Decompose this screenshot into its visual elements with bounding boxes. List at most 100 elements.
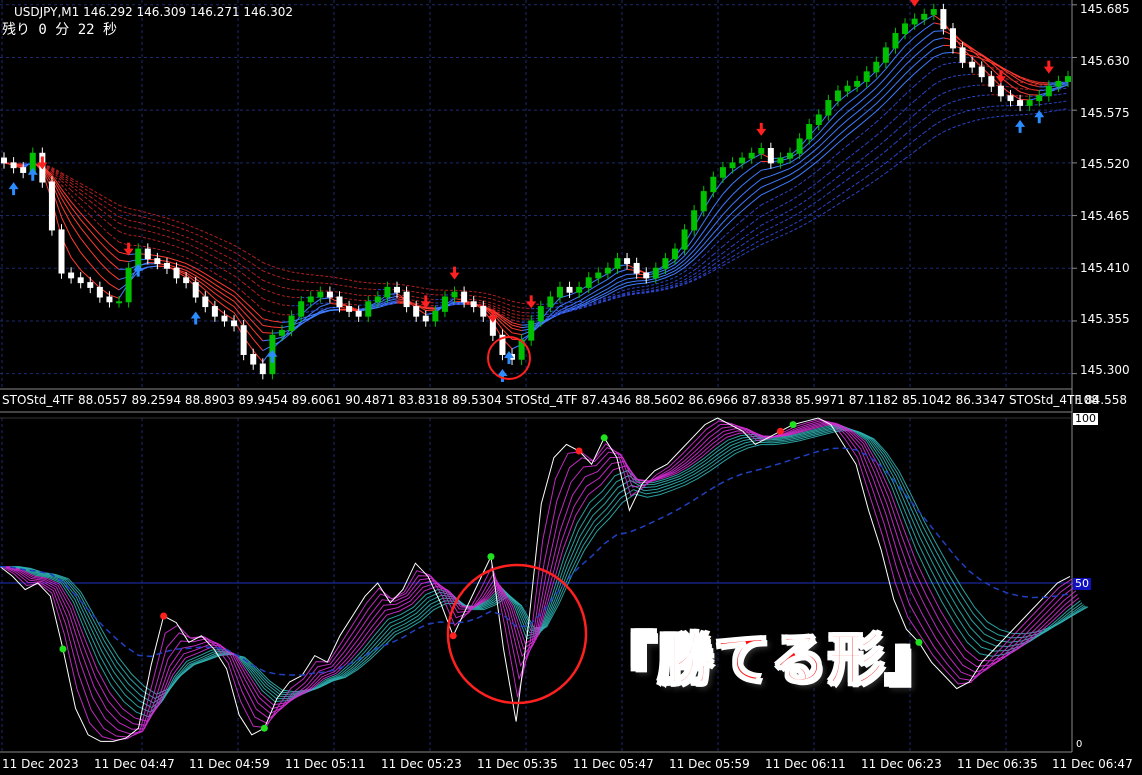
ma-ribbon-line [703,232,714,245]
ma-ribbon-line [875,150,887,159]
ma-ribbon-line [914,29,925,38]
ma-ribbon-line [147,237,158,242]
ma-ribbon-line [176,246,187,251]
ma-ribbon-line [646,283,656,287]
ma-ribbon-line [943,62,954,66]
ma-ribbon-line [933,92,944,100]
ma-ribbon-line [943,89,954,94]
ma-ribbon-line [808,159,820,169]
sub-scale-min: 0 [1076,739,1083,750]
candle-body [183,277,190,284]
ma-ribbon-line [252,256,264,264]
ma-ribbon-line [320,282,330,285]
ma-ribbon-line [569,296,580,302]
ma-ribbon-line [492,294,503,299]
candle-body [595,272,602,279]
ma-ribbon-line [655,280,666,285]
ma-ribbon-line [933,64,944,70]
ma-ribbon-line [780,225,791,231]
candle-body [556,286,563,298]
ma-ribbon-line [243,274,254,282]
ma-ribbon-line [751,178,762,188]
ma-ribbon-line [712,237,724,248]
ma-ribbon-line [780,217,791,224]
ma-ribbon-line [770,230,781,236]
ma-ribbon-line [224,240,235,246]
ma-ribbon-line [837,134,848,144]
ma-ribbon-line [751,224,762,233]
ma-ribbon-line [233,300,245,313]
ma-ribbon-line [828,176,839,185]
chart-canvas[interactable] [0,0,1142,775]
ma-ribbon-line [233,259,244,268]
ma-ribbon-line [741,238,752,246]
candle-body [288,315,295,332]
ma-ribbon-line [176,259,187,265]
ma-ribbon-line [425,307,436,309]
ma-ribbon-line [943,101,954,107]
candle-body [58,229,65,274]
ma-ribbon-line [847,119,858,128]
ma-ribbon-line [109,199,120,206]
ma-ribbon-line [703,264,714,272]
time-tick: 11 Dec 05:59 [669,757,750,771]
ma-ribbon-line [99,224,110,235]
ma-ribbon-line [885,92,896,103]
ma-ribbon-line [732,203,743,213]
candle-body [1,157,7,164]
ma-ribbon-line [89,200,101,210]
ma-ribbon-line [492,305,503,311]
candle-body [643,272,650,279]
candle-body [710,176,717,193]
candle-body [346,306,353,312]
ma-ribbon-line [627,292,637,295]
ma-ribbon-line [252,338,264,351]
ma-ribbon-line [138,245,148,248]
ma-ribbon-line [1010,84,1021,93]
ma-ribbon-line [789,162,800,169]
ma-ribbon-line [789,168,800,176]
ma-ribbon-line [626,283,637,287]
ma-ribbon-line [780,174,791,180]
ma-ribbon-line [272,274,283,279]
ma-ribbon-line [224,305,235,314]
candle-body [173,267,180,279]
ma-ribbon-line [281,295,292,298]
candle-body [1007,95,1014,102]
ma-ribbon-line [80,183,91,190]
ma-ribbon-line [291,271,302,275]
ma-ribbon-line [176,226,187,231]
ma-ribbon-line [166,235,177,241]
ma-ribbon-line [818,192,829,201]
ma-ribbon-line [981,116,992,120]
ma-ribbon-line [770,235,781,241]
candle-body [461,291,468,303]
ma-ribbon-line [329,283,340,286]
ma-ribbon-line [425,293,436,296]
ma-ribbon-line [214,298,225,307]
ma-ribbon-line [262,270,273,276]
ma-ribbon-line [770,205,781,212]
candle-body [20,167,27,173]
candle-body [604,267,611,274]
ma-ribbon-line [320,297,330,300]
ma-ribbon-line [128,234,139,237]
ma-ribbon-line [741,244,752,252]
ma-ribbon-line [233,284,244,294]
ma-ribbon-line [895,109,906,119]
ma-ribbon-line [483,296,493,300]
signal-dot [59,645,67,653]
ma-ribbon-line [109,233,120,243]
ma-ribbon-line [799,221,810,228]
ma-ribbon-line [866,135,877,144]
ma-ribbon-line [665,276,676,282]
ma-ribbon-line [118,230,129,236]
ma-ribbon-line [511,309,522,313]
sell-arrow-icon [1043,60,1054,74]
ma-ribbon-line [914,64,925,74]
ma-ribbon-line [109,223,120,232]
ma-ribbon-line [732,238,743,247]
ma-ribbon-line [741,167,752,176]
ma-ribbon-line [693,244,705,256]
ma-ribbon-line [693,238,705,251]
